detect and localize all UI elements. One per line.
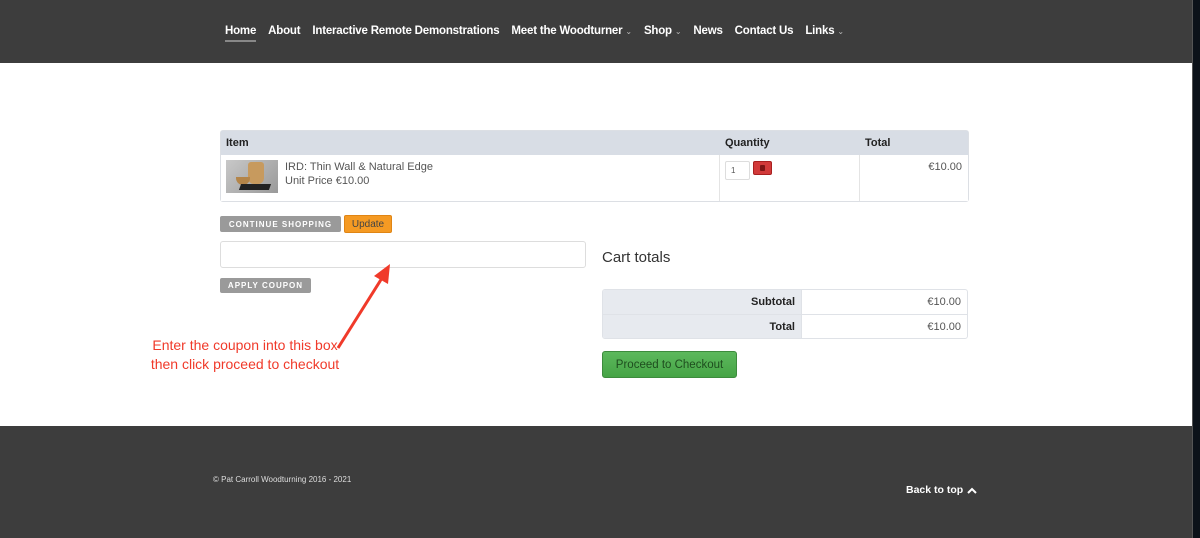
quantity-input[interactable] [725, 161, 750, 180]
table-row: IRD: Thin Wall & Natural Edge Unit Price… [221, 155, 968, 201]
nav-item-meet-the-woodturner[interactable]: Meet the Woodturner ⌄ [511, 23, 632, 39]
remove-item-button[interactable] [753, 161, 772, 175]
top-navbar: Home About Interactive Remote Demonstrat… [0, 0, 1192, 63]
product-name[interactable]: IRD: Thin Wall & Natural Edge [285, 160, 433, 174]
cart-table: Item Quantity Total IRD: Thin Wall & Nat… [220, 130, 969, 202]
window-edge [1192, 0, 1200, 538]
chevron-down-icon: ⌄ [837, 26, 844, 36]
update-cart-button[interactable]: Update [344, 215, 392, 233]
apply-coupon-button[interactable]: APPLY COUPON [220, 278, 311, 293]
unit-price: Unit Price €10.00 [285, 175, 370, 187]
nav-item-contact-us[interactable]: Contact Us [735, 23, 794, 39]
nav-label: Contact Us [734, 25, 794, 37]
nav-label: Meet the Woodturner [511, 25, 623, 37]
column-header-item: Item [226, 137, 249, 149]
nav-label: News [693, 25, 723, 37]
annotation-text: Enter the coupon into this box then clic… [150, 337, 340, 372]
chevron-up-icon [967, 487, 977, 494]
subtotal-label: Subtotal [603, 290, 801, 314]
item-cell: IRD: Thin Wall & Natural Edge Unit Price… [221, 155, 720, 201]
nav-item-shop[interactable]: Shop ⌄ [643, 23, 682, 39]
nav-item-about[interactable]: About [268, 23, 300, 39]
product-thumbnail[interactable] [226, 160, 278, 193]
coupon-input[interactable] [220, 241, 586, 268]
nav-item-links[interactable]: Links ⌄ [805, 23, 844, 39]
cart-table-header: Item Quantity Total [221, 131, 968, 155]
totals-row-subtotal: Subtotal €10.00 [603, 290, 967, 314]
column-header-quantity: Quantity [725, 137, 770, 149]
quantity-cell [720, 155, 860, 201]
nav-label: Home [225, 25, 257, 37]
subtotal-value: €10.00 [801, 290, 967, 314]
continue-shopping-button[interactable]: CONTINUE SHOPPING [220, 216, 341, 232]
main-nav: Home About Interactive Remote Demonstrat… [225, 23, 856, 42]
nav-item-home[interactable]: Home [225, 23, 257, 42]
chevron-down-icon: ⌄ [625, 26, 632, 36]
total-label: Total [603, 315, 801, 338]
back-to-top-link[interactable]: Back to top [906, 484, 977, 496]
nav-label: Links [805, 25, 835, 37]
footer: © Pat Carroll Woodturning 2016 - 2021 Ba… [0, 426, 1192, 538]
back-to-top-label: Back to top [906, 484, 964, 496]
trash-icon [760, 165, 765, 171]
proceed-to-checkout-button[interactable]: Proceed to Checkout [602, 351, 737, 378]
nav-item-news[interactable]: News [693, 23, 722, 39]
cart-totals-title: Cart totals [602, 249, 671, 266]
chevron-down-icon: ⌄ [674, 26, 682, 36]
nav-item-interactive-remote-demonstrations[interactable]: Interactive Remote Demonstrations [312, 23, 499, 39]
totals-row-total: Total €10.00 [603, 314, 967, 338]
totals-table: Subtotal €10.00 Total €10.00 [602, 289, 968, 339]
nav-label: Interactive Remote Demonstrations [312, 25, 500, 37]
nav-label: About [268, 25, 301, 37]
annotation-arrow-icon [336, 264, 390, 349]
copyright-text: © Pat Carroll Woodturning 2016 - 2021 [213, 475, 352, 484]
nav-label: Shop [643, 25, 672, 37]
column-header-total: Total [865, 137, 891, 149]
total-value: €10.00 [801, 315, 967, 338]
row-total: €10.00 [928, 161, 962, 173]
